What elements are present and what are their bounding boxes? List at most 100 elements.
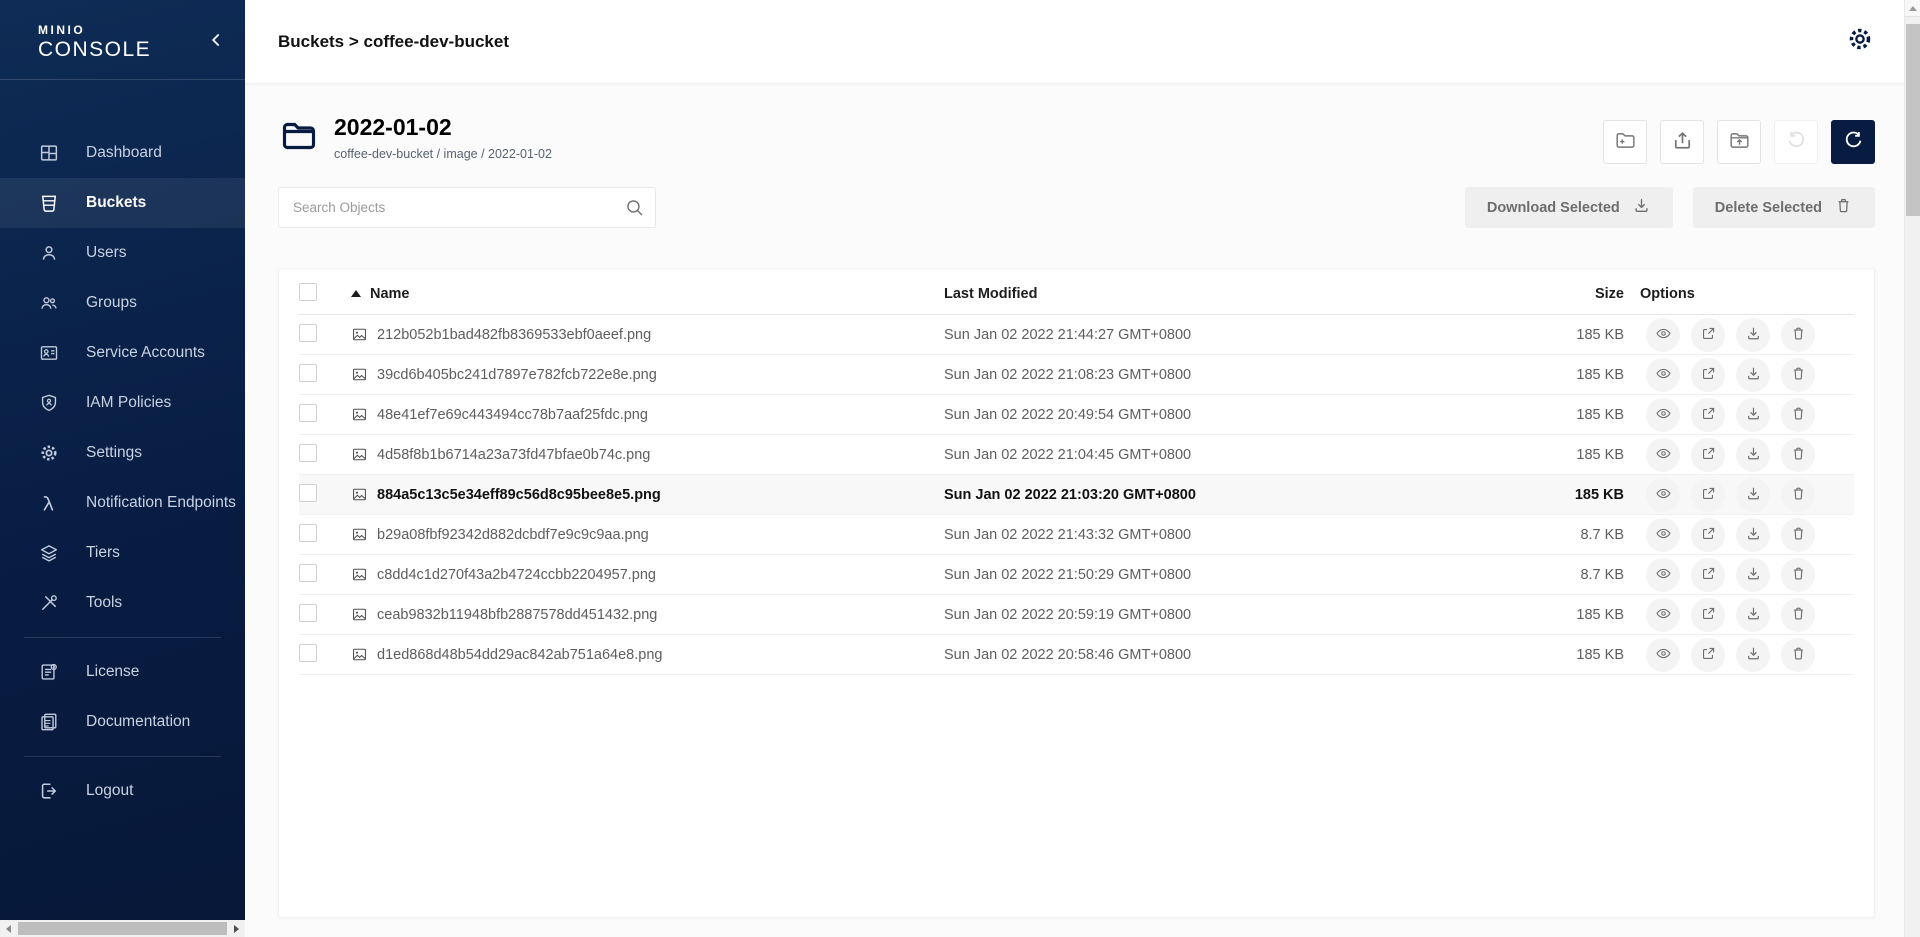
download-object-button[interactable] — [1736, 638, 1770, 672]
search-icon — [624, 197, 645, 218]
object-name-cell[interactable]: d1ed868d48b54dd29ac842ab751a64e8.png — [351, 646, 944, 663]
delete-object-button[interactable] — [1781, 398, 1815, 432]
download-object-button[interactable] — [1736, 398, 1770, 432]
horizontal-scrollbar[interactable] — [0, 920, 245, 937]
row-options — [1640, 558, 1854, 592]
scroll-left-arrow[interactable] — [0, 920, 17, 937]
object-name-cell[interactable]: ceab9832b11948bfb2887578dd451432.png — [351, 606, 944, 623]
download-object-button[interactable] — [1736, 478, 1770, 512]
search-input[interactable] — [278, 187, 656, 228]
sidebar-item-iam-policies[interactable]: IAM Policies — [0, 378, 245, 428]
share-button[interactable] — [1691, 558, 1725, 592]
sidebar-collapse-button[interactable] — [203, 30, 229, 56]
table-row[interactable]: 4d58f8b1b6714a23a73fd47bfae0b74c.png Sun… — [299, 435, 1854, 475]
preview-button[interactable] — [1646, 358, 1680, 392]
preview-button[interactable] — [1646, 638, 1680, 672]
new-path-icon — [1614, 129, 1637, 155]
sidebar-item-documentation[interactable]: Documentation — [0, 697, 245, 747]
table-row[interactable]: c8dd4c1d270f43a2b4724ccbb2204957.png Sun… — [299, 555, 1854, 595]
sidebar-item-tools[interactable]: Tools — [0, 578, 245, 628]
header-settings-button[interactable] — [1844, 26, 1876, 58]
download-selected-button[interactable]: Download Selected — [1465, 187, 1673, 228]
delete-object-button[interactable] — [1781, 478, 1815, 512]
object-name-cell[interactable]: c8dd4c1d270f43a2b4724ccbb2204957.png — [351, 566, 944, 583]
download-object-button[interactable] — [1736, 558, 1770, 592]
delete-object-button[interactable] — [1781, 358, 1815, 392]
vertical-scrollbar-thumb[interactable] — [1906, 24, 1920, 216]
delete-selected-button[interactable]: Delete Selected — [1693, 187, 1875, 228]
download-object-button[interactable] — [1736, 318, 1770, 352]
share-button[interactable] — [1691, 318, 1725, 352]
upload-folder-button[interactable] — [1717, 120, 1761, 164]
share-button[interactable] — [1691, 478, 1725, 512]
row-checkbox[interactable] — [299, 444, 317, 462]
sidebar-item-tiers[interactable]: Tiers — [0, 528, 245, 578]
row-checkbox[interactable] — [299, 564, 317, 582]
scroll-right-arrow[interactable] — [228, 920, 245, 937]
object-name-cell[interactable]: 884a5c13c5e34eff89c56d8c95bee8e5.png — [351, 486, 944, 503]
name-column-header[interactable]: Name — [351, 286, 944, 302]
table-row[interactable]: 212b052b1bad482fb8369533ebf0aeef.png Sun… — [299, 315, 1854, 355]
download-object-button[interactable] — [1736, 358, 1770, 392]
preview-button[interactable] — [1646, 478, 1680, 512]
object-name-cell[interactable]: b29a08fbf92342d882dcbdf7e9c9c9aa.png — [351, 526, 944, 543]
download-object-button[interactable] — [1736, 598, 1770, 632]
table-row[interactable]: b29a08fbf92342d882dcbdf7e9c9c9aa.png Sun… — [299, 515, 1854, 555]
share-button[interactable] — [1691, 518, 1725, 552]
horizontal-scrollbar-thumb[interactable] — [18, 922, 227, 935]
share-button[interactable] — [1691, 438, 1725, 472]
share-button[interactable] — [1691, 638, 1725, 672]
share-button[interactable] — [1691, 398, 1725, 432]
new-path-button[interactable] — [1603, 120, 1647, 164]
table-row[interactable]: 48e41ef7e69c443494cc78b7aaf25fdc.png Sun… — [299, 395, 1854, 435]
object-name-cell[interactable]: 48e41ef7e69c443494cc78b7aaf25fdc.png — [351, 406, 944, 423]
delete-object-button[interactable] — [1781, 558, 1815, 592]
object-name-cell[interactable]: 212b052b1bad482fb8369533ebf0aeef.png — [351, 326, 944, 343]
row-checkbox[interactable] — [299, 524, 317, 542]
select-all-checkbox[interactable] — [299, 283, 317, 301]
sidebar-item-groups[interactable]: Groups — [0, 278, 245, 328]
table-row[interactable]: 884a5c13c5e34eff89c56d8c95bee8e5.png Sun… — [299, 475, 1854, 515]
row-checkbox[interactable] — [299, 404, 317, 422]
sidebar-item-label: Settings — [86, 444, 142, 462]
delete-object-button[interactable] — [1781, 318, 1815, 352]
download-object-button[interactable] — [1736, 438, 1770, 472]
upload-file-button[interactable] — [1660, 120, 1704, 164]
sidebar-item-dashboard[interactable]: Dashboard — [0, 128, 245, 178]
sidebar-item-notification-endpoints[interactable]: Notification Endpoints — [0, 478, 245, 528]
preview-button[interactable] — [1646, 598, 1680, 632]
preview-button[interactable] — [1646, 398, 1680, 432]
object-name-cell[interactable]: 39cd6b405bc241d7897e782fcb722e8e.png — [351, 366, 944, 383]
table-row[interactable]: d1ed868d48b54dd29ac842ab751a64e8.png Sun… — [299, 635, 1854, 675]
row-checkbox[interactable] — [299, 644, 317, 662]
table-row[interactable]: 39cd6b405bc241d7897e782fcb722e8e.png Sun… — [299, 355, 1854, 395]
sidebar-item-label: Documentation — [86, 713, 190, 731]
table-row[interactable]: ceab9832b11948bfb2887578dd451432.png Sun… — [299, 595, 1854, 635]
sidebar-item-logout[interactable]: Logout — [0, 766, 245, 816]
row-checkbox[interactable] — [299, 604, 317, 622]
preview-button[interactable] — [1646, 438, 1680, 472]
row-checkbox[interactable] — [299, 364, 317, 382]
delete-object-button[interactable] — [1781, 518, 1815, 552]
download-object-button[interactable] — [1736, 518, 1770, 552]
preview-button[interactable] — [1646, 558, 1680, 592]
sidebar-item-buckets[interactable]: Buckets — [0, 178, 245, 228]
sidebar-item-license[interactable]: License — [0, 647, 245, 697]
preview-button[interactable] — [1646, 318, 1680, 352]
share-button[interactable] — [1691, 598, 1725, 632]
object-toolbar — [1603, 120, 1875, 164]
delete-object-button[interactable] — [1781, 598, 1815, 632]
object-name-cell[interactable]: 4d58f8b1b6714a23a73fd47bfae0b74c.png — [351, 446, 944, 463]
vertical-scrollbar[interactable] — [1904, 0, 1920, 937]
sidebar-item-users[interactable]: Users — [0, 228, 245, 278]
delete-object-button[interactable] — [1781, 638, 1815, 672]
refresh-button[interactable] — [1831, 120, 1875, 164]
preview-button[interactable] — [1646, 518, 1680, 552]
row-checkbox[interactable] — [299, 324, 317, 342]
sidebar-item-service-accounts[interactable]: Service Accounts — [0, 328, 245, 378]
scroll-up-arrow[interactable] — [1905, 0, 1920, 17]
delete-object-button[interactable] — [1781, 438, 1815, 472]
row-checkbox[interactable] — [299, 484, 317, 502]
share-button[interactable] — [1691, 358, 1725, 392]
sidebar-item-settings[interactable]: Settings — [0, 428, 245, 478]
